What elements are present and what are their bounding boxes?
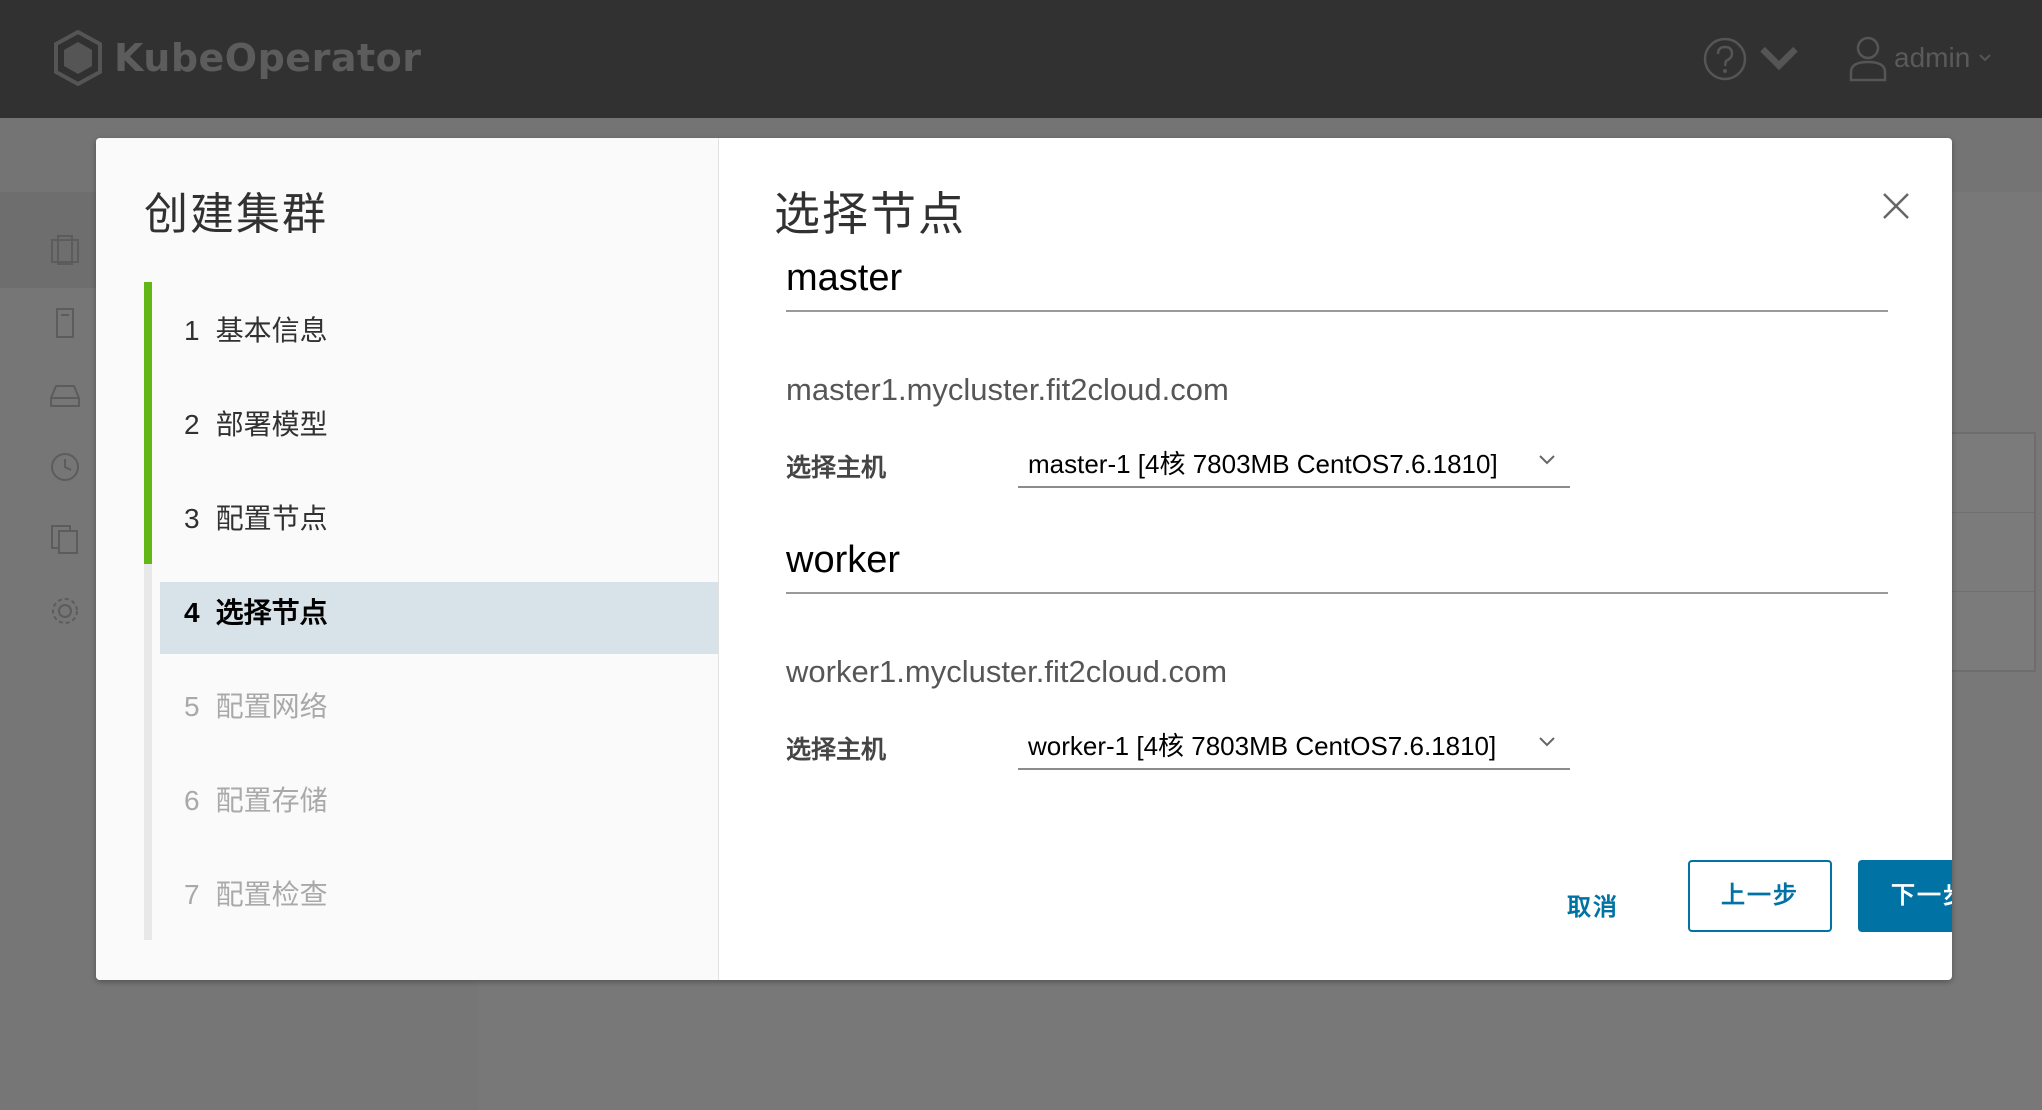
cancel-button[interactable]: 取消	[1538, 878, 1648, 938]
step-label: 选择节点	[215, 597, 328, 628]
step-label: 部署模型	[215, 409, 328, 440]
step-progress-bar	[144, 470, 152, 564]
chevron-down-icon	[1979, 54, 1991, 62]
step-label: 配置存储	[215, 785, 328, 816]
page-title: 选择节点	[774, 188, 966, 240]
gear-icon[interactable]	[48, 594, 82, 628]
brand-logo[interactable]: KubeOperator	[52, 30, 421, 86]
step-label: 配置节点	[215, 503, 328, 534]
step-number: 4	[184, 597, 200, 628]
wizard-title: 创建集群	[144, 190, 328, 239]
step-label: 基本信息	[215, 315, 328, 346]
copy-icon[interactable]	[48, 522, 82, 556]
step-number: 7	[184, 879, 200, 910]
step-number: 5	[184, 691, 200, 722]
background-card	[1940, 432, 2036, 672]
close-icon[interactable]	[1878, 188, 1914, 224]
step-progress-bar	[144, 752, 152, 846]
step-label: 配置网络	[215, 691, 328, 722]
step-number: 1	[184, 315, 200, 346]
user-icon	[1849, 36, 1887, 82]
master-host-select[interactable]: master-1 [4核 7803MB CentOS7.6.1810]	[1018, 442, 1570, 488]
wizard-step-5[interactable]: 5 配置网络	[144, 658, 718, 752]
step-progress-bar	[144, 564, 152, 658]
step-number: 6	[184, 785, 200, 816]
app-header: KubeOperator admin	[0, 0, 2042, 118]
user-menu[interactable]: admin	[1848, 34, 1992, 82]
chevron-down-icon	[1760, 46, 1798, 71]
wizard-step-4[interactable]: 4 选择节点	[144, 564, 718, 658]
wizard-step-3[interactable]: 3 配置节点	[144, 470, 718, 564]
storage-icon[interactable]	[48, 378, 82, 412]
host-icon[interactable]	[48, 306, 82, 340]
master-hostname: master1.mycluster.fit2cloud.com	[786, 372, 1229, 407]
step-number: 3	[184, 503, 200, 534]
clock-icon[interactable]	[48, 450, 82, 484]
wizard-stepnav: 创建集群 1 基本信息 2 部署模型 3 配置节点 4 选择节点 5 配置网络	[96, 138, 719, 980]
help-menu[interactable]	[1702, 36, 1802, 82]
step-progress-bar	[144, 376, 152, 470]
background-row	[1942, 513, 2034, 592]
previous-button[interactable]: 上一步	[1688, 860, 1832, 932]
create-cluster-modal: 创建集群 1 基本信息 2 部署模型 3 配置节点 4 选择节点 5 配置网络	[96, 138, 1952, 980]
kube-logo-icon	[54, 30, 102, 86]
chevron-down-icon	[1539, 737, 1555, 747]
step-progress-bar	[144, 658, 152, 752]
worker-select-label: 选择主机	[786, 736, 887, 764]
wizard-step-1[interactable]: 1 基本信息	[144, 282, 718, 376]
wizard-step-2[interactable]: 2 部署模型	[144, 376, 718, 470]
next-button[interactable]: 下一步	[1858, 860, 1952, 932]
worker-host-select-value: worker-1 [4核 7803MB CentOS7.6.1810]	[1028, 731, 1497, 761]
master-host-select-value: master-1 [4核 7803MB CentOS7.6.1810]	[1028, 449, 1498, 479]
worker-host-select[interactable]: worker-1 [4核 7803MB CentOS7.6.1810]	[1018, 724, 1570, 770]
step-progress-bar	[144, 846, 152, 940]
wizard-steps: 1 基本信息 2 部署模型 3 配置节点 4 选择节点 5 配置网络 6 配置存储	[144, 282, 718, 940]
brand-name: KubeOperator	[114, 36, 422, 80]
section-heading-worker: worker	[786, 540, 1888, 594]
background-row	[1942, 434, 2034, 513]
wizard-content: 选择节点 master master1.mycluster.fit2cloud.…	[718, 138, 1952, 980]
wizard-step-6[interactable]: 6 配置存储	[144, 752, 718, 846]
cluster-icon[interactable]	[48, 234, 82, 268]
step-progress-bar	[144, 282, 152, 376]
section-heading-master: master	[786, 258, 1888, 312]
step-number: 2	[184, 409, 200, 440]
user-name: admin	[1894, 42, 1971, 73]
wizard-step-7[interactable]: 7 配置检查	[144, 846, 718, 940]
help-icon	[1703, 37, 1747, 81]
master-select-label: 选择主机	[786, 454, 887, 482]
worker-hostname: worker1.mycluster.fit2cloud.com	[786, 654, 1228, 689]
chevron-down-icon	[1539, 455, 1555, 465]
step-label: 配置检查	[215, 879, 328, 910]
